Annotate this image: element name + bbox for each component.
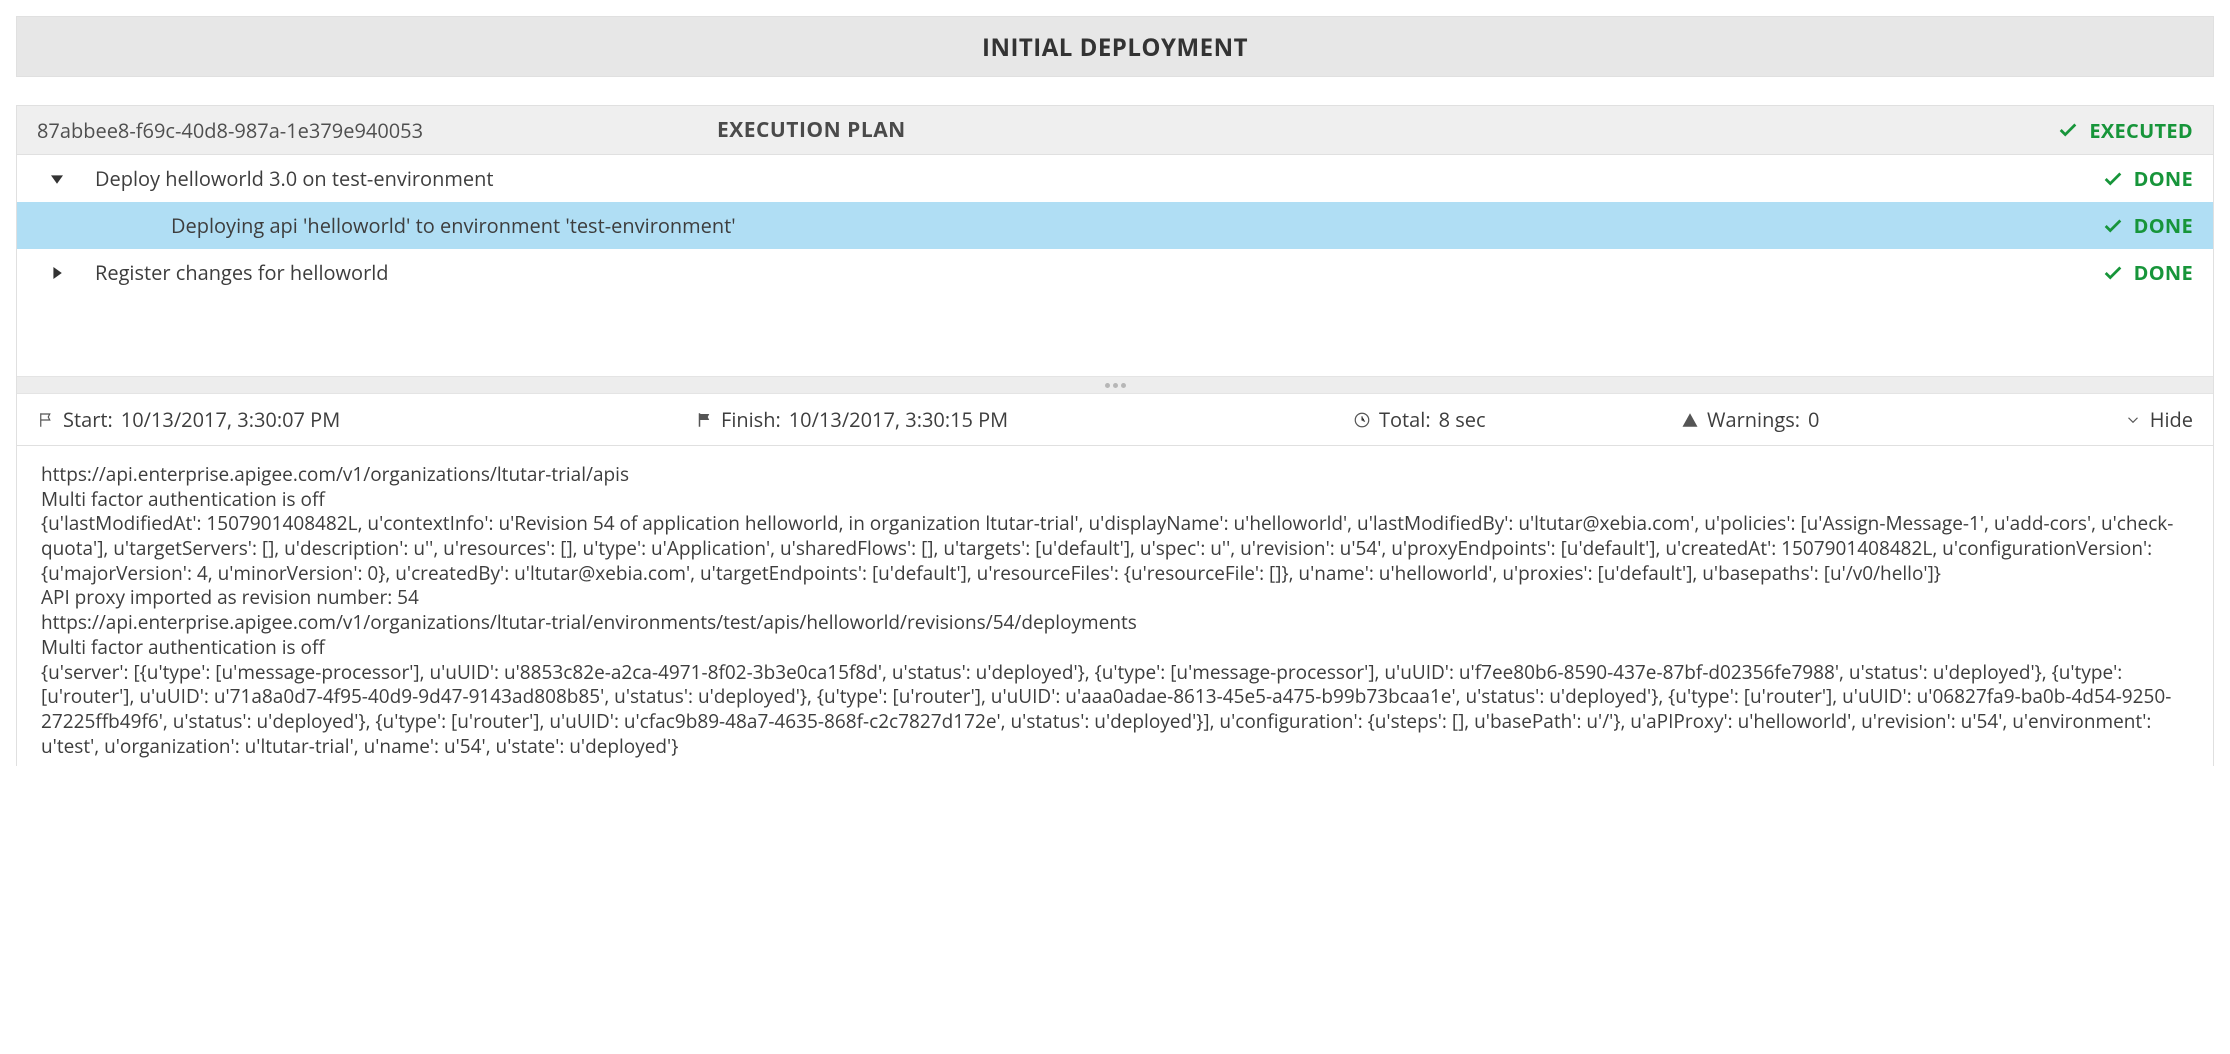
plan-row[interactable]: Register changes for helloworld DONE [17, 249, 2213, 296]
warnings-value: 0 [1808, 406, 1819, 433]
plan-title: EXECUTION PLAN [717, 116, 906, 144]
status-text: DONE [2134, 259, 2193, 286]
warning-icon [1681, 411, 1699, 429]
check-icon [2102, 262, 2124, 284]
status-text: DONE [2134, 212, 2193, 239]
check-icon [2102, 215, 2124, 237]
log-output: https://api.enterprise.apigee.com/v1/org… [17, 446, 2213, 766]
plan-row-label: Deploying api 'helloworld' to environmen… [77, 212, 736, 239]
flag-outline-icon [37, 411, 55, 429]
finish-label: Finish: [721, 406, 781, 433]
start-label: Start: [63, 406, 113, 433]
plan-row-status: DONE [2102, 212, 2193, 239]
status-text: EXECUTED [2089, 117, 2193, 144]
plan-uuid: 87abbee8-f69c-40d8-987a-1e379e940053 [37, 117, 717, 144]
plan-header-row: 87abbee8-f69c-40d8-987a-1e379e940053 EXE… [17, 105, 2213, 155]
total-label: Total: [1379, 406, 1431, 433]
execution-plan-panel: 87abbee8-f69c-40d8-987a-1e379e940053 EXE… [16, 105, 2214, 766]
plan-row[interactable]: Deploy helloworld 3.0 on test-environmen… [17, 155, 2213, 202]
page-title: INITIAL DEPLOYMENT [17, 31, 2213, 64]
flag-checkered-icon [695, 411, 713, 429]
total-value: 8 sec [1439, 406, 1486, 433]
finish-value: 10/13/2017, 3:30:15 PM [789, 406, 1008, 433]
check-icon [2057, 119, 2079, 141]
hide-toggle[interactable]: Hide [2124, 406, 2193, 433]
plan-row-status: DONE [2102, 165, 2193, 192]
status-text: DONE [2134, 165, 2193, 192]
plan-row-label: Deploy helloworld 3.0 on test-environmen… [77, 165, 494, 192]
caret-down-icon[interactable] [37, 173, 77, 185]
hide-label: Hide [2150, 406, 2193, 433]
chevron-down-icon [2124, 411, 2142, 429]
caret-right-icon[interactable] [37, 267, 77, 279]
warnings-label: Warnings: [1707, 406, 1800, 433]
check-icon [2102, 168, 2124, 190]
start-value: 10/13/2017, 3:30:07 PM [121, 406, 340, 433]
plan-row-label: Register changes for helloworld [77, 259, 389, 286]
plan-row[interactable]: Deploying api 'helloworld' to environmen… [17, 202, 2213, 249]
plan-overall-status: EXECUTED [2057, 117, 2193, 144]
plan-row-status: DONE [2102, 259, 2193, 286]
clock-icon [1353, 411, 1371, 429]
resize-handle[interactable] [17, 376, 2213, 394]
page-header: INITIAL DEPLOYMENT [16, 16, 2214, 77]
execution-summary-bar: Start: 10/13/2017, 3:30:07 PM Finish: 10… [17, 394, 2213, 446]
